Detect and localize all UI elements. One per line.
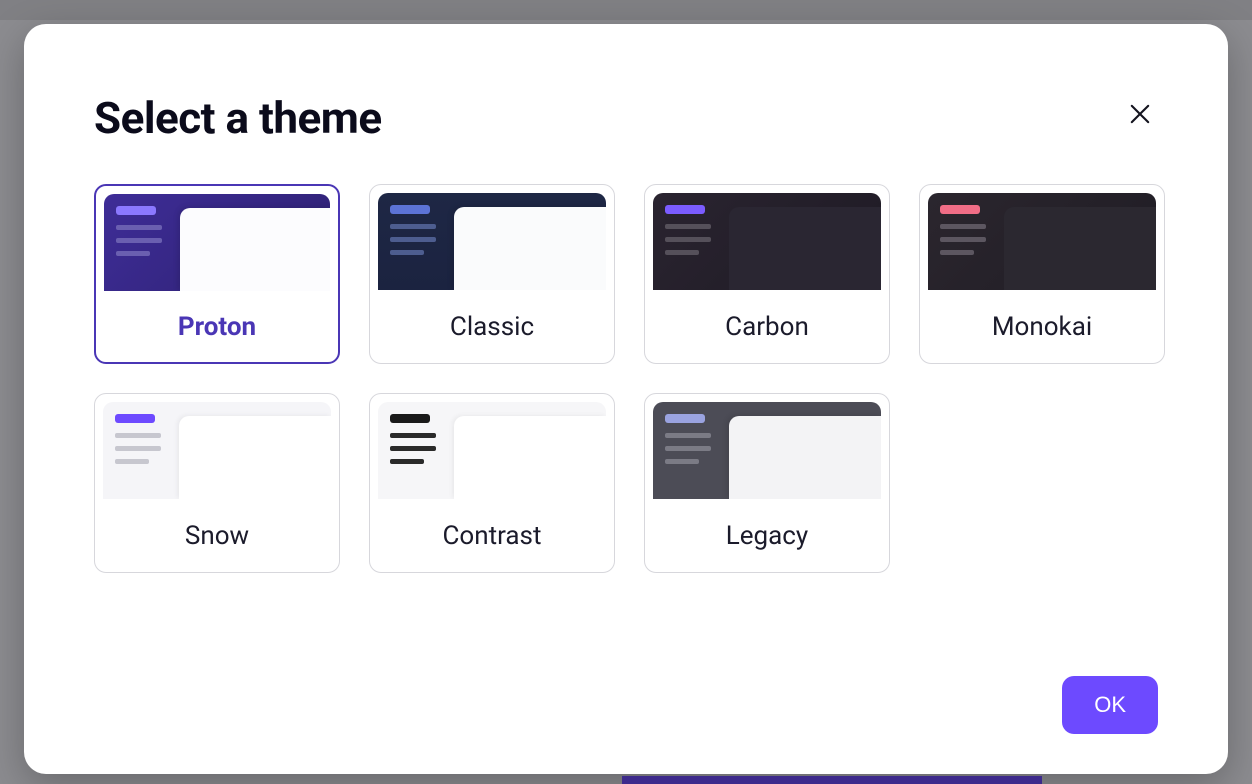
preview-line: [390, 224, 436, 229]
theme-label: Monokai: [920, 290, 1164, 363]
preview-line: [665, 433, 711, 438]
preview-line: [116, 238, 162, 243]
preview-sidebar: [653, 193, 729, 290]
theme-card-carbon[interactable]: Carbon: [644, 184, 890, 364]
theme-label: Proton: [96, 291, 338, 362]
preview-sidebar: [103, 402, 179, 499]
preview-line: [665, 237, 711, 242]
preview-panel: [454, 416, 606, 499]
preview-accent-bar: [115, 414, 155, 423]
preview-accent-bar: [390, 414, 430, 423]
preview-panel: [729, 207, 881, 290]
theme-preview: [378, 402, 606, 499]
preview-accent-bar: [665, 414, 705, 423]
preview-accent-bar: [116, 206, 156, 215]
close-button[interactable]: [1122, 96, 1158, 132]
theme-preview: [104, 194, 330, 291]
theme-preview: [103, 402, 331, 499]
theme-card-classic[interactable]: Classic: [369, 184, 615, 364]
preview-sidebar: [928, 193, 1004, 290]
theme-label: Carbon: [645, 290, 889, 363]
close-icon: [1126, 100, 1154, 128]
preview-line: [665, 250, 699, 255]
preview-line: [390, 459, 424, 464]
preview-accent-bar: [665, 205, 705, 214]
theme-card-legacy[interactable]: Legacy: [644, 393, 890, 573]
theme-preview: [378, 193, 606, 290]
preview-line: [116, 251, 150, 256]
preview-line: [390, 237, 436, 242]
preview-line: [115, 433, 161, 438]
preview-sidebar: [378, 402, 454, 499]
theme-card-monokai[interactable]: Monokai: [919, 184, 1165, 364]
preview-line: [115, 459, 149, 464]
theme-preview: [653, 193, 881, 290]
ok-button[interactable]: OK: [1062, 676, 1158, 734]
preview-panel: [180, 208, 330, 291]
preview-accent-bar: [940, 205, 980, 214]
preview-line: [390, 446, 436, 451]
theme-grid: ProtonClassicCarbonMonokaiSnowContrastLe…: [94, 184, 1158, 573]
preview-accent-bar: [390, 205, 430, 214]
background-accent-bar: [622, 776, 1042, 784]
modal-footer: OK: [94, 646, 1158, 734]
theme-label: Contrast: [370, 499, 614, 572]
modal-header: Select a theme: [94, 92, 1158, 144]
theme-card-contrast[interactable]: Contrast: [369, 393, 615, 573]
theme-label: Snow: [95, 499, 339, 572]
theme-label: Classic: [370, 290, 614, 363]
preview-panel: [729, 416, 881, 499]
theme-preview: [928, 193, 1156, 290]
modal-title: Select a theme: [94, 92, 382, 144]
preview-line: [940, 224, 986, 229]
preview-sidebar: [378, 193, 454, 290]
preview-sidebar: [104, 194, 180, 291]
preview-line: [390, 433, 436, 438]
preview-line: [390, 250, 424, 255]
preview-line: [116, 225, 162, 230]
preview-panel: [454, 207, 606, 290]
preview-panel: [179, 416, 331, 499]
preview-line: [665, 224, 711, 229]
preview-sidebar: [653, 402, 729, 499]
preview-line: [665, 459, 699, 464]
preview-panel: [1004, 207, 1156, 290]
theme-select-modal: Select a theme Proton Classic Carbon Monoka…: [24, 24, 1228, 774]
theme-card-snow[interactable]: Snow: [94, 393, 340, 573]
theme-preview: [653, 402, 881, 499]
preview-line: [940, 237, 986, 242]
preview-line: [940, 250, 974, 255]
preview-line: [115, 446, 161, 451]
theme-label: Legacy: [645, 499, 889, 572]
theme-card-proton[interactable]: Proton: [94, 184, 340, 364]
preview-line: [665, 446, 711, 451]
